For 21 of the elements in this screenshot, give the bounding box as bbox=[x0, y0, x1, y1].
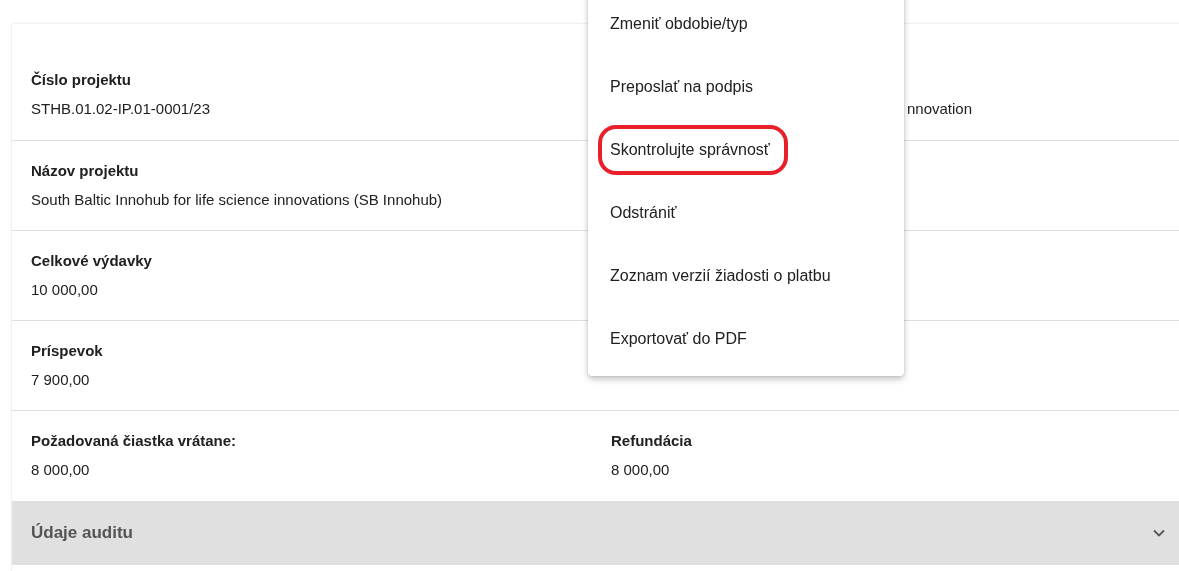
field-value: 7 900,00 bbox=[31, 370, 91, 390]
field-value: STHB.01.02-IP.01-0001/23 bbox=[31, 99, 211, 119]
chevron-icon bbox=[1153, 529, 1165, 537]
field-value: nnovation bbox=[907, 99, 973, 119]
field-value: 8 000,00 bbox=[31, 460, 91, 480]
menu-item[interactable]: Exportovať do PDF bbox=[598, 313, 761, 364]
field-label: Číslo projektu bbox=[31, 70, 132, 90]
field-value: South Baltic Innohub for life science innovations (SB Innohub) bbox=[31, 190, 444, 210]
section-header[interactable]: Údaje auditu bbox=[12, 501, 1179, 565]
menu-item[interactable]: Odstrániť bbox=[598, 187, 691, 238]
menu-item[interactable]: Preposlať na podpis bbox=[598, 61, 767, 112]
field-label: Príspevok bbox=[31, 341, 104, 361]
menu-item[interactable]: Zmeniť obdobie/typ bbox=[598, 0, 762, 49]
field-value: 10 000,00 bbox=[31, 280, 99, 300]
field-label: Refundácia bbox=[611, 431, 693, 451]
menu-item[interactable]: Skontrolujte správnosť bbox=[598, 124, 788, 175]
menu-item[interactable]: Zoznam verzií žiadosti o platbu bbox=[598, 250, 845, 301]
field-value: 8 000,00 bbox=[611, 460, 671, 480]
field-label: Názov projektu bbox=[31, 161, 140, 181]
field-label: Celkové výdavky bbox=[31, 251, 153, 271]
field-label: Požadovaná čiastka vrátane: bbox=[31, 431, 238, 451]
